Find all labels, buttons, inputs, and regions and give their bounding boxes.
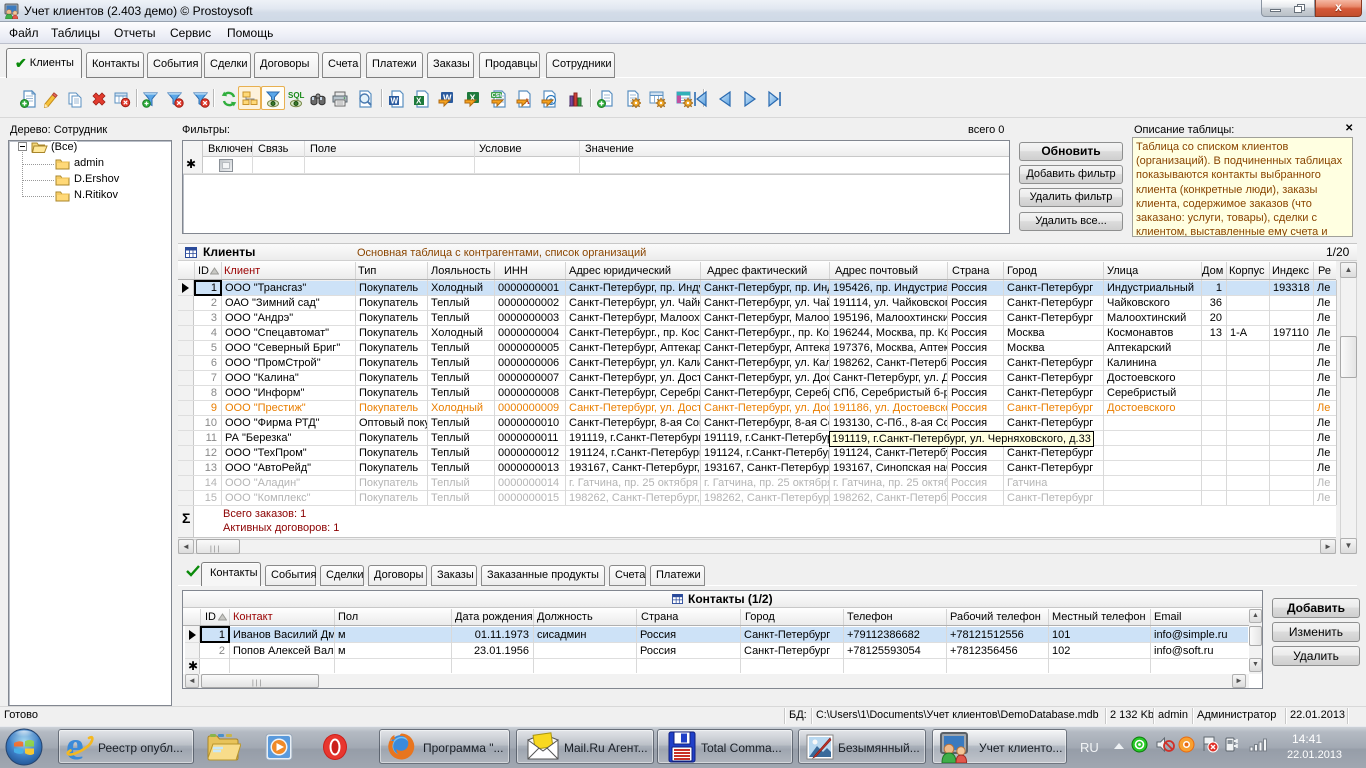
svg-text:W: W [391, 97, 399, 106]
svg-text:X: X [416, 97, 422, 106]
svg-text:e: e [66, 732, 84, 762]
svg-text:SQL: SQL [288, 91, 305, 100]
